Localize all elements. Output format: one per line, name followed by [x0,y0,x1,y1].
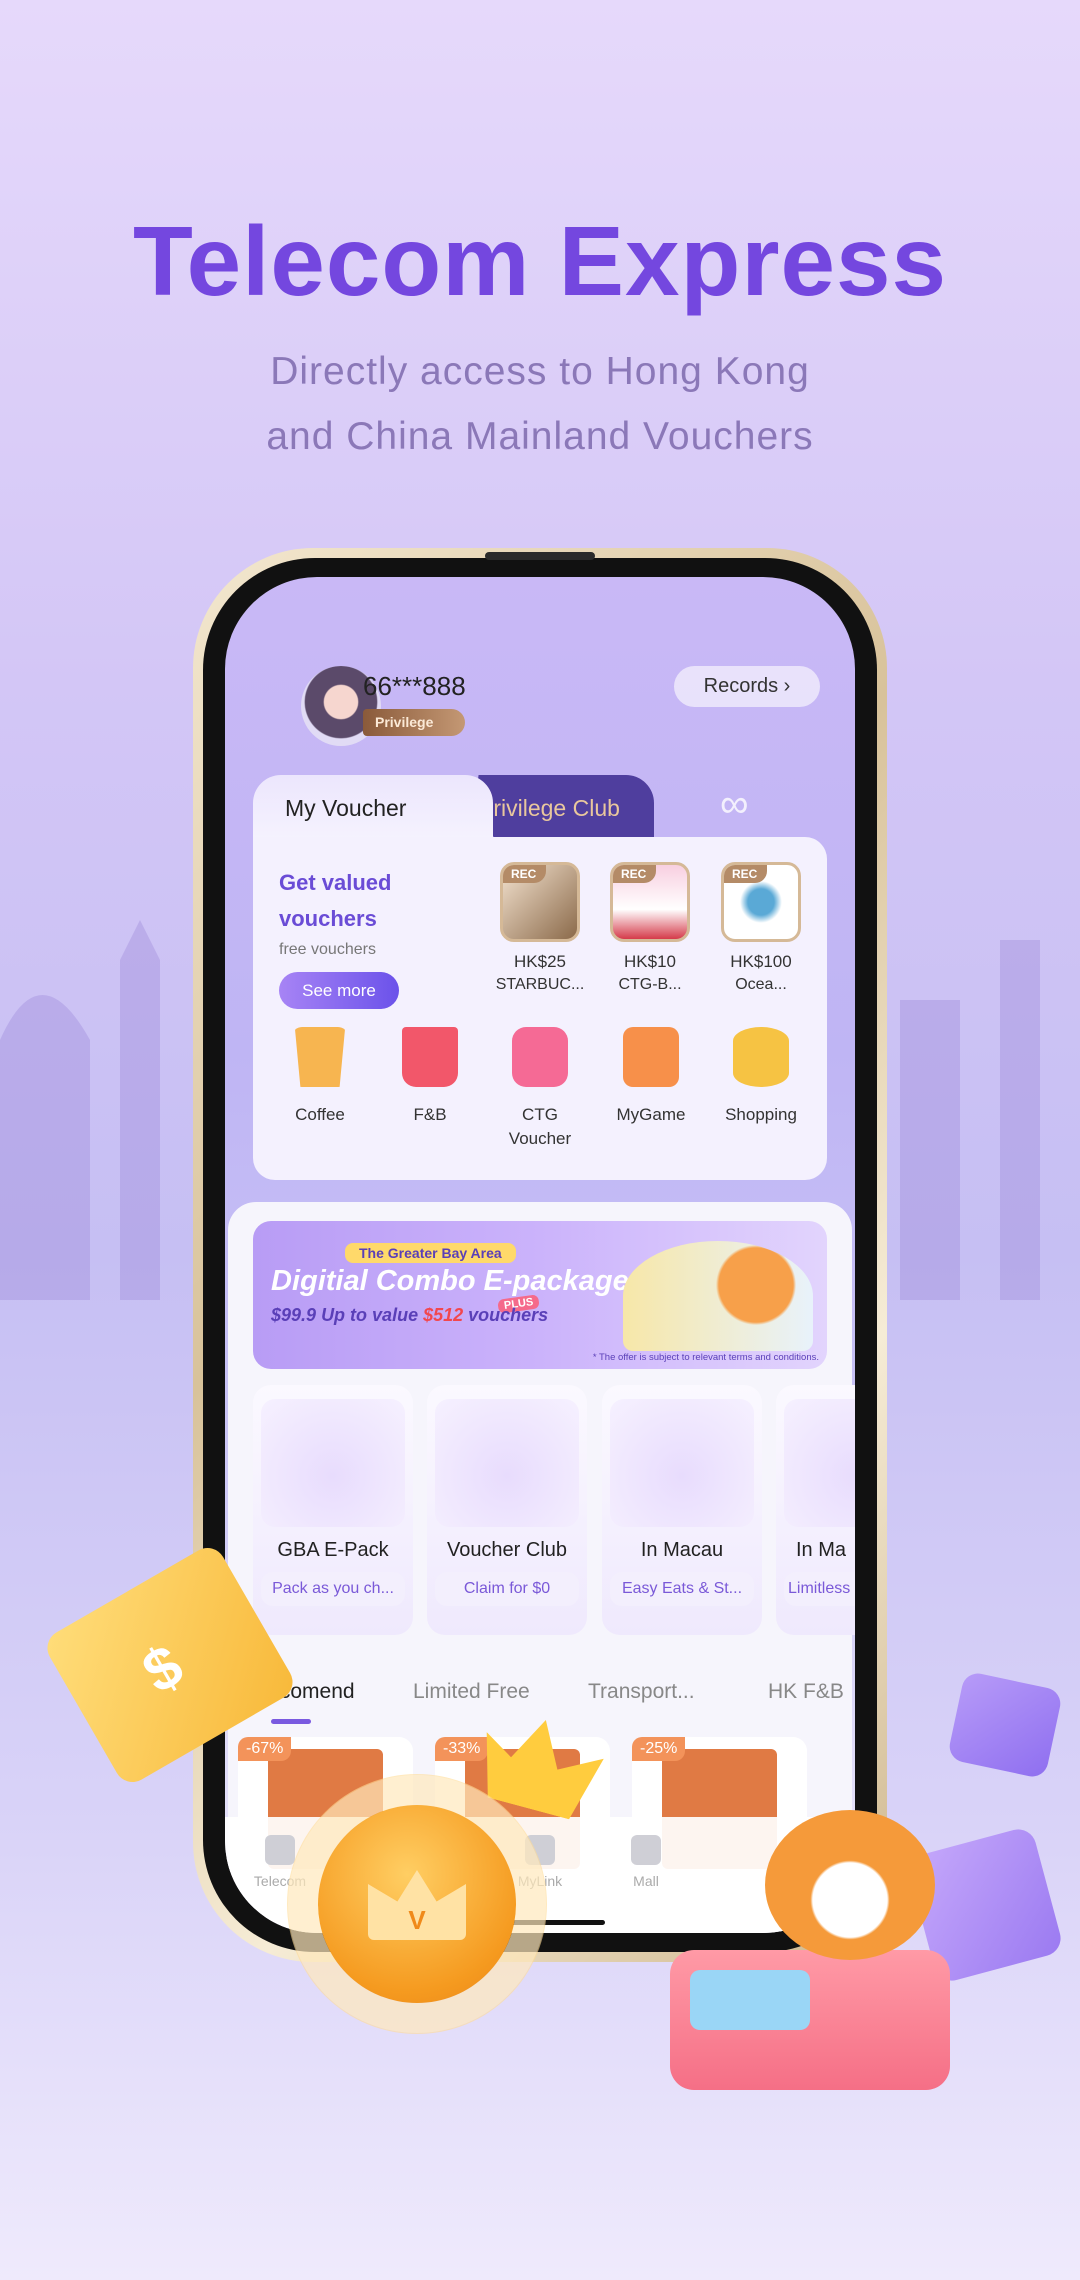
banner-price: $99.9 [271,1305,317,1325]
banner-price-line: $99.9 Up to value $512 vouchers [271,1305,548,1326]
feature-title: GBA E-Pack [277,1539,389,1561]
privilege-badge: Privilege [363,709,465,736]
hero-subtitle-line2: and China Mainland Vouchers [266,415,814,458]
bus-thumbnail: REC [610,862,690,942]
voucher-headline: Get valued vouchers [279,865,391,937]
headline-line2: vouchers [279,906,377,931]
telecom-icon [265,1835,295,1865]
badge-letter: V [408,1905,426,1935]
category-coffee[interactable]: Coffee [270,1027,370,1127]
tab-limited-free[interactable]: Limited Free [413,1680,530,1704]
banner-title: Digitial Combo E-package [271,1265,629,1297]
active-tab-indicator [271,1719,311,1724]
voucher-price: HK$25 [514,952,566,971]
rec-voucher-starbucks[interactable]: REC HK$25 STARBUC... [496,862,584,994]
headline-line1: Get valued [279,870,392,895]
feature-title: Voucher Club [446,1539,568,1561]
feature-in-macau[interactable]: In Macau Easy Eats & St... [602,1385,762,1635]
voucher-price: HK$100 [730,952,792,971]
category-mygame[interactable]: MyGame [601,1027,701,1127]
feature-subtitle: Pack as you ch... [261,1572,405,1606]
rec-voucher-ctg-bus[interactable]: REC HK$10 CTG-B... [610,862,690,994]
banner-price-text: Up to value [321,1305,419,1325]
category-label: Coffee [295,1105,345,1124]
voucher-card: Get valued vouchers free vouchers See mor… [253,837,827,1180]
rec-tag: REC [503,865,547,883]
see-more-button[interactable]: See more [279,972,399,1009]
category-label: CTG Voucher [508,1105,572,1148]
feature-subtitle: Limitless [784,1572,855,1606]
user-id: 66***888 [363,671,466,701]
gba-epack-illustration [261,1399,405,1527]
coins-icon [733,1027,789,1087]
feature-voucher-club[interactable]: Voucher Club Claim for $0 [427,1385,587,1635]
category-label: MyGame [616,1105,686,1124]
tab-hk-fnb[interactable]: HK F&B [768,1680,844,1704]
feature-gba-epack[interactable]: GBA E-Pack Pack as you ch... [253,1385,413,1635]
starbucks-thumbnail: REC [500,862,580,942]
coffee-card-decoration [946,1670,1064,1780]
tab-transport[interactable]: Transport... [588,1680,695,1704]
feature-subtitle: Claim for $0 [435,1572,579,1606]
feature-in-macau-2[interactable]: In Ma Limitless [776,1385,855,1635]
category-label: F&B [413,1105,447,1124]
coffee-illustration [784,1399,855,1527]
discount-badge: -33% [435,1737,489,1761]
category-fnb[interactable]: F&B [380,1027,480,1127]
banner-note: * The offer is subject to relevant terms… [592,1352,819,1363]
mascot-illustration [623,1241,813,1351]
v-crown-badge: V [318,1805,516,2003]
banner-value-suffix: vouchers [468,1305,549,1325]
promo-banner[interactable]: The Greater Bay Area Digitial Combo E-pa… [253,1221,827,1369]
macau-illustration [610,1399,754,1527]
bus-icon [512,1027,568,1087]
category-ctg-voucher[interactable]: CTG Voucher [490,1027,590,1151]
raccoon-mascot [765,1810,935,1960]
hero-title: Telecom Express [133,206,947,316]
voucher-price: HK$10 [624,952,676,971]
hero-subtitle-line1: Directly access to Hong Kong [270,350,810,393]
records-button[interactable]: Records › [674,666,820,707]
feature-subtitle: Easy Eats & St... [610,1572,754,1606]
voucher-subtext: free vouchers [279,941,376,958]
coffee-cup-icon [294,1027,346,1087]
mylink-infinity-icon: ∞ [720,782,749,826]
bus-decoration [670,1950,950,2090]
rec-tag: REC [724,865,768,883]
discount-badge: -25% [632,1737,686,1761]
bus-window [690,1970,810,2030]
feature-title: In Macau [640,1539,724,1561]
gift-icon [623,1027,679,1087]
nav-mall[interactable]: Mall [601,1835,691,1889]
voucher-club-illustration [435,1399,579,1527]
discount-badge: -67% [238,1737,292,1761]
feature-title: In Ma [796,1539,847,1561]
phone-speaker [485,552,595,560]
tab-my-voucher[interactable]: My Voucher [253,775,493,839]
category-shopping[interactable]: Shopping [711,1027,811,1127]
voucher-name: CTG-B... [618,976,682,993]
category-label: Shopping [725,1105,797,1124]
shopping-basket-icon [631,1835,661,1865]
banner-value: $512 [423,1305,464,1325]
nav-label: MyLink [517,1873,563,1889]
nav-label: Telecom [253,1873,307,1889]
infinity-icon [525,1835,555,1865]
banner-tag: The Greater Bay Area [345,1243,516,1263]
rec-voucher-ocean-park[interactable]: REC HK$100 Ocea... [721,862,801,994]
nav-telecom[interactable]: Telecom [235,1835,325,1889]
voucher-name: Ocea... [735,976,787,993]
rec-tag: REC [613,865,657,883]
ocean-park-thumbnail: REC [721,862,801,942]
basket-icon [402,1027,458,1087]
nav-label: Mall [633,1873,659,1889]
voucher-name: STARBUC... [495,976,585,993]
